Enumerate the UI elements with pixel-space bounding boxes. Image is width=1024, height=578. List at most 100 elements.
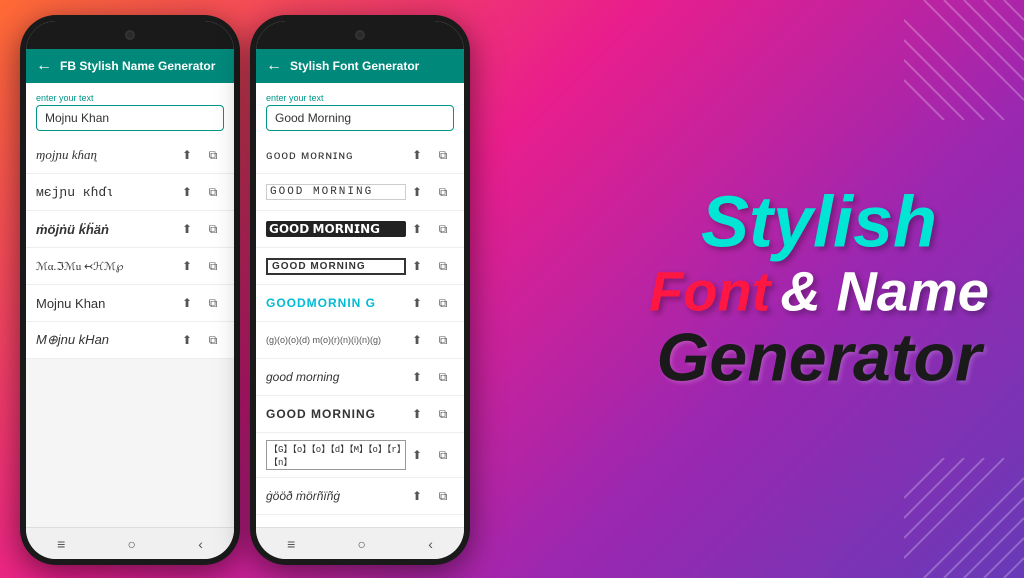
phone2-camera (335, 24, 385, 46)
font-actions: ⬆ ⧉ (176, 329, 224, 351)
phone2-top (256, 21, 464, 49)
font-text: GOOD MORNING (266, 407, 406, 421)
font-text: ℳα.ℑℳu ↢ℋℳ℘ (36, 260, 176, 273)
copy-button[interactable]: ⧉ (432, 444, 454, 466)
share-button[interactable]: ⬆ (406, 444, 428, 466)
share-button[interactable]: ⬆ (406, 366, 428, 388)
font-actions: ⬆ ⧉ (176, 144, 224, 166)
home-button[interactable]: ○ (358, 536, 366, 552)
font-text: good morning (266, 370, 406, 384)
copy-button[interactable]: ⧉ (202, 181, 224, 203)
copy-button[interactable]: ⧉ (432, 485, 454, 507)
phone1-text-input[interactable] (36, 105, 224, 131)
share-button[interactable]: ⬆ (406, 329, 428, 351)
phone-2: ← Stylish Font Generator enter your text… (250, 15, 470, 565)
list-item: Mojnu Khan ⬆ ⧉ (26, 285, 234, 322)
phone1-header-title: FB Stylish Name Generator (60, 59, 215, 73)
list-item: (g)(o)(o)(d) m(o)(r)(n)(i)(n)(g) ⬆ ⧉ (256, 322, 464, 359)
font-text: Mojnu Khan (36, 296, 176, 311)
font-text: 【G】【o】【o】【d】【M】【o】【r】【n】 (266, 440, 406, 470)
share-button[interactable]: ⬆ (176, 255, 198, 277)
phone2-input-label: enter your text (266, 93, 454, 103)
font-actions: ⬆ ⧉ (406, 366, 454, 388)
title-generator: Generator (644, 324, 994, 392)
list-item: ġööð ṁörñïñġ ⬆ ⧉ (256, 478, 464, 515)
share-button[interactable]: ⬆ (406, 144, 428, 166)
menu-button[interactable]: ≡ (57, 536, 65, 552)
list-item: ṁöjṅü k̈ḧäṅ ⬆ ⧉ (26, 211, 234, 248)
share-button[interactable]: ⬆ (406, 403, 428, 425)
font-text: GOODMORNIN G (266, 296, 406, 310)
right-content: Stylish Font & Name Generator (644, 187, 994, 392)
list-item: ɱojɲu kɦɑɳ ⬆ ⧉ (26, 137, 234, 174)
title-font: Font (649, 261, 770, 323)
font-text: 𝗚𝗢𝗢𝗗 𝗠𝗢𝗥𝗡𝗜𝗡𝗚 (266, 221, 406, 237)
copy-button[interactable]: ⧉ (432, 292, 454, 314)
font-actions: ⬆ ⧉ (176, 181, 224, 203)
font-text: (g)(o)(o)(d) m(o)(r)(n)(i)(n)(g) (266, 335, 406, 345)
list-item: ℳα.ℑℳu ↢ℋℳ℘ ⬆ ⧉ (26, 248, 234, 285)
font-actions: ⬆ ⧉ (176, 255, 224, 277)
font-text: GOOD MORNING (266, 184, 406, 200)
font-actions: ⬆ ⧉ (176, 292, 224, 314)
copy-button[interactable]: ⧉ (432, 218, 454, 240)
font-text: M⊕jnu kHan (36, 332, 176, 348)
share-button[interactable]: ⬆ (406, 485, 428, 507)
phones-container: ← FB Stylish Name Generator enter your t… (20, 15, 470, 565)
list-item: ᵹᵹᵹᵹ ṁöṙñïñᵹ ⬆ ⧉ (256, 515, 464, 527)
share-button[interactable]: ⬆ (406, 292, 428, 314)
copy-button[interactable]: ⧉ (432, 181, 454, 203)
font-actions: ⬆ ⧉ (406, 329, 454, 351)
font-actions: ⬆ ⧉ (406, 292, 454, 314)
share-button[interactable]: ⬆ (406, 181, 428, 203)
copy-button[interactable]: ⧉ (202, 329, 224, 351)
share-button[interactable]: ⬆ (406, 218, 428, 240)
phone1-input-label: enter your text (36, 93, 224, 103)
share-button[interactable]: ⬆ (176, 181, 198, 203)
phone1-bottom-nav: ≡ ○ ‹ (26, 527, 234, 559)
copy-button[interactable]: ⧉ (202, 218, 224, 240)
share-button[interactable]: ⬆ (176, 144, 198, 166)
list-item: 𝗚𝗢𝗢𝗗 𝗠𝗢𝗥𝗡𝗜𝗡𝗚 ⬆ ⧉ (256, 211, 464, 248)
phone2-font-list: ɢᴏᴏᴅ ᴍᴏʀɴɪɴɢ ⬆ ⧉ GOOD MORNING ⬆ ⧉ 𝗚𝗢𝗢𝗗 𝗠… (256, 137, 464, 527)
phone2-camera-dot (355, 30, 365, 40)
list-item: мєjɲu кɦɗɩ ⬆ ⧉ (26, 174, 234, 211)
list-item: GOODMORNIN G ⬆ ⧉ (256, 285, 464, 322)
font-actions: ⬆ ⧉ (406, 485, 454, 507)
phone1-back-icon[interactable]: ← (36, 57, 52, 75)
list-item: 【G】【o】【o】【d】【M】【o】【r】【n】 ⬆ ⧉ (256, 433, 464, 478)
font-text: ɱojɲu kɦɑɳ (36, 147, 176, 163)
copy-button[interactable]: ⧉ (432, 329, 454, 351)
font-text: ɢᴏᴏᴅ ᴍᴏʀɴɪɴɢ (266, 148, 406, 162)
share-button[interactable]: ⬆ (176, 292, 198, 314)
font-text: ġööð ṁörñïñġ (266, 489, 406, 503)
back-button[interactable]: ‹ (428, 536, 433, 552)
copy-button[interactable]: ⧉ (432, 403, 454, 425)
phone1-camera (105, 24, 155, 46)
list-item: GOOD MORNING ⬆ ⧉ (256, 396, 464, 433)
share-button[interactable]: ⬆ (176, 218, 198, 240)
home-button[interactable]: ○ (128, 536, 136, 552)
copy-button[interactable]: ⧉ (202, 144, 224, 166)
copy-button[interactable]: ⧉ (432, 366, 454, 388)
phone-1: ← FB Stylish Name Generator enter your t… (20, 15, 240, 565)
font-actions: ⬆ ⧉ (406, 218, 454, 240)
phone2-header-title: Stylish Font Generator (290, 59, 419, 73)
list-item: good morning ⬆ ⧉ (256, 359, 464, 396)
phone2-text-input[interactable] (266, 105, 454, 131)
list-item: M⊕jnu kHan ⬆ ⧉ (26, 322, 234, 359)
copy-button[interactable]: ⧉ (432, 144, 454, 166)
title-line2: Font & Name (644, 259, 994, 324)
title-stylish: Stylish (644, 187, 994, 259)
copy-button[interactable]: ⧉ (432, 255, 454, 277)
share-button[interactable]: ⬆ (176, 329, 198, 351)
font-actions: ⬆ ⧉ (406, 444, 454, 466)
phone1-font-list: ɱojɲu kɦɑɳ ⬆ ⧉ мєjɲu кɦɗɩ ⬆ ⧉ ṁöjṅü k̈ḧä… (26, 137, 234, 527)
phone2-back-icon[interactable]: ← (266, 57, 282, 75)
copy-button[interactable]: ⧉ (202, 255, 224, 277)
phone1-header: ← FB Stylish Name Generator (26, 49, 234, 83)
copy-button[interactable]: ⧉ (202, 292, 224, 314)
menu-button[interactable]: ≡ (287, 536, 295, 552)
share-button[interactable]: ⬆ (406, 255, 428, 277)
back-button[interactable]: ‹ (198, 536, 203, 552)
